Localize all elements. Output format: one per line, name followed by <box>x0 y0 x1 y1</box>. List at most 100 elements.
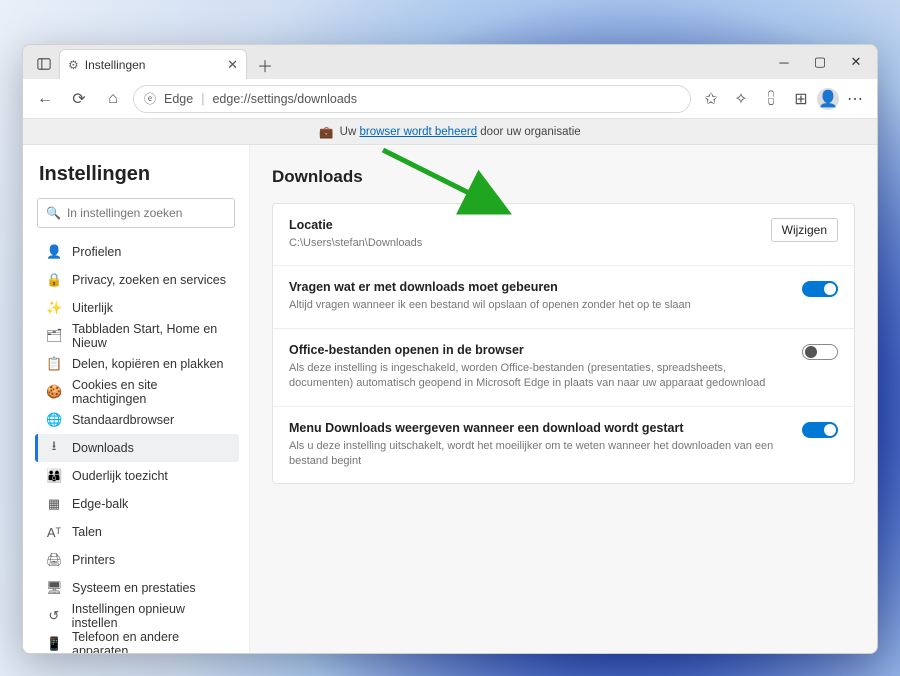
extensions-icon[interactable]: ✧ <box>727 85 755 113</box>
sidebar-item-icon: 🍪 <box>46 384 62 400</box>
toggle-switch[interactable] <box>802 281 838 297</box>
address-url: edge://settings/downloads <box>212 92 357 106</box>
maximize-button[interactable]: ▢ <box>803 49 837 75</box>
close-window-button[interactable]: ✕ <box>839 49 873 75</box>
sidebar-item-talen[interactable]: Aᵀ Talen <box>35 518 239 546</box>
card-sub: C:\Users\stefan\Downloads <box>289 236 757 251</box>
edge-logo-icon: ⓔ <box>144 90 156 107</box>
profile-avatar[interactable]: 👤 <box>817 88 839 110</box>
sidebar-item-icon: 👤 <box>46 244 62 260</box>
toggle-switch[interactable] <box>802 422 838 438</box>
card-label: Menu Downloads weergeven wanneer een dow… <box>289 421 788 435</box>
sidebar-item-icon: 🖥 <box>46 580 62 596</box>
sidebar-item-printers[interactable]: 🖨 Printers <box>35 546 239 574</box>
sidebar-title: Instellingen <box>33 163 239 186</box>
sidebar-item-icon: 📋 <box>46 356 62 372</box>
browser-window: ⚙ Instellingen ✕ ＋ ─ ▢ ✕ ← ⟳ ⌂ ⓔ Edge | … <box>22 44 878 654</box>
close-tab-icon[interactable]: ✕ <box>227 57 238 73</box>
settings-main: Downloads LocatieC:\Users\stefan\Downloa… <box>250 145 877 653</box>
settings-card: Vragen wat er met downloads moet gebeure… <box>273 266 854 328</box>
window-controls: ─ ▢ ✕ <box>767 45 873 79</box>
settings-search[interactable]: 🔍 <box>37 198 235 228</box>
briefcase-icon: 💼 <box>319 125 333 139</box>
sidebar-item-icon: 🗂 <box>46 328 62 344</box>
toggle-switch[interactable] <box>802 344 838 360</box>
sidebar-item-label: Tabbladen Start, Home en Nieuw <box>72 322 231 350</box>
sidebar-item-icon: 📱 <box>46 636 62 652</box>
card-sub: Als deze instelling is ingeschakeld, wor… <box>289 361 788 392</box>
sidebar-item-standaardbrowser[interactable]: 🌐 Standaardbrowser <box>35 406 239 434</box>
content-area: Instellingen 🔍 👤 Profielen 🔒 Privacy, zoeke… <box>23 145 877 653</box>
sidebar-item-icon: ⭳ <box>46 437 62 459</box>
sidebar-item-label: Downloads <box>72 441 134 455</box>
managed-banner: 💼 Uw browser wordt beheerd door uw organ… <box>23 119 877 145</box>
card-label: Locatie <box>289 218 757 232</box>
sidebar-item-icon: ✨ <box>46 300 62 316</box>
sidebar-item-uiterlijk[interactable]: ✨ Uiterlijk <box>35 294 239 322</box>
card-sub: Altijd vragen wanneer ik een bestand wil… <box>289 298 788 313</box>
tab-strip: ⚙ Instellingen ✕ ＋ ─ ▢ ✕ <box>23 45 877 79</box>
sidebar-item-icon: ↺ <box>46 608 62 624</box>
sidebar-item-downloads[interactable]: ⭳ Downloads <box>35 434 239 462</box>
banner-pre: Uw <box>340 126 360 138</box>
card-sub: Als u deze instelling uitschakelt, wordt… <box>289 439 788 470</box>
minimize-button[interactable]: ─ <box>767 49 801 75</box>
settings-card-group: Locatie C:\Users\stefan\Downloads Wijzigen… <box>272 203 855 484</box>
sidebar-item-profielen[interactable]: 👤 Profielen <box>35 238 239 266</box>
search-icon: 🔍 <box>46 206 61 220</box>
favorites-icon[interactable]: ⩉ <box>757 85 785 113</box>
sidebar-item-label: Edge-balk <box>72 497 128 511</box>
sidebar-item-label: Cookies en site machtigingen <box>72 378 231 406</box>
sidebar-item-instellingen-opnieuw-instellen[interactable]: ↺Instellingen opnieuw instellen <box>35 602 239 630</box>
sidebar-item-label: Profielen <box>72 245 121 259</box>
back-button[interactable]: ← <box>31 85 59 113</box>
sidebar-item-delen-kopi-ren-en-plakken[interactable]: 📋 Delen, kopiëren en plakken <box>35 350 239 378</box>
banner-post: door uw organisatie <box>477 126 581 138</box>
settings-card: Menu Downloads weergeven wanneer een dow… <box>273 407 854 484</box>
sidebar-item-icon: Aᵀ <box>46 525 62 540</box>
sidebar-item-icon: 🖨 <box>46 552 62 568</box>
sidebar-item-icon: 👨‍👩‍👦 <box>46 468 62 484</box>
card-label: Vragen wat er met downloads moet gebeure… <box>289 280 788 294</box>
tab-settings[interactable]: ⚙ Instellingen ✕ <box>59 49 247 79</box>
address-bar[interactable]: ⓔ Edge | edge://settings/downloads <box>133 85 691 113</box>
gear-icon: ⚙ <box>68 58 79 72</box>
new-tab-button[interactable]: ＋ <box>251 51 279 79</box>
sidebar-item-label: Delen, kopiëren en plakken <box>72 357 224 371</box>
search-input[interactable] <box>67 206 226 220</box>
sidebar-item-telefoon-en-andere-apparaten[interactable]: 📱 Telefoon en andere apparaten <box>35 630 239 653</box>
change-location-button[interactable]: Wijzigen <box>771 218 838 242</box>
banner-link[interactable]: browser wordt beheerd <box>359 126 477 138</box>
sidebar-item-label: Privacy, zoeken en services <box>72 273 226 287</box>
more-icon[interactable]: ⋯ <box>841 85 869 113</box>
sidebar-item-icon: 🔒 <box>46 272 62 288</box>
sidebar-item-tabbladen-start-home-en-nieuw[interactable]: 🗂 Tabbladen Start, Home en Nieuw <box>35 322 239 350</box>
card-label: Office-bestanden openen in de browser <box>289 343 788 357</box>
toolbar: ← ⟳ ⌂ ⓔ Edge | edge://settings/downloads… <box>23 79 877 119</box>
sidebar-item-label: Uiterlijk <box>72 301 113 315</box>
settings-card: Locatie C:\Users\stefan\Downloads Wijzigen <box>273 204 854 266</box>
sidebar-item-label: Telefoon en andere apparaten <box>72 630 231 653</box>
collections-icon[interactable]: ⊞ <box>787 85 815 113</box>
read-aloud-icon[interactable]: ✩ <box>697 85 725 113</box>
tab-title: Instellingen <box>85 58 221 72</box>
sidebar-item-edge-balk[interactable]: ▦ Edge-balk <box>35 490 239 518</box>
settings-sidebar: Instellingen 🔍 👤 Profielen 🔒 Privacy, zoeke… <box>23 145 250 653</box>
sidebar-item-ouderlijk-toezicht[interactable]: 👨‍👩‍👦 Ouderlijk toezicht <box>35 462 239 490</box>
sidebar-item-systeem-en-prestaties[interactable]: 🖥 Systeem en prestaties <box>35 574 239 602</box>
settings-card: Office-bestanden openen in de browser Als… <box>273 329 854 407</box>
sidebar-item-icon: ▦ <box>46 496 62 512</box>
home-button[interactable]: ⌂ <box>99 85 127 113</box>
sidebar-item-label: Ouderlijk toezicht <box>72 469 168 483</box>
sidebar-item-privacy-zoeken-en-services[interactable]: 🔒 Privacy, zoeken en services <box>35 266 239 294</box>
tab-actions-icon[interactable] <box>29 49 59 79</box>
sidebar-item-cookies-en-site-machtigingen[interactable]: 🍪 Cookies en site machtigingen <box>35 378 239 406</box>
address-prefix: Edge <box>164 92 193 106</box>
address-separator: | <box>201 92 204 106</box>
sidebar-item-icon: 🌐 <box>46 412 62 428</box>
sidebar-item-label: Talen <box>72 525 102 539</box>
refresh-button[interactable]: ⟳ <box>65 85 93 113</box>
sidebar-item-label: Printers <box>72 553 115 567</box>
sidebar-item-label: Standaardbrowser <box>72 413 174 427</box>
sidebar-item-label: Systeem en prestaties <box>72 581 196 595</box>
